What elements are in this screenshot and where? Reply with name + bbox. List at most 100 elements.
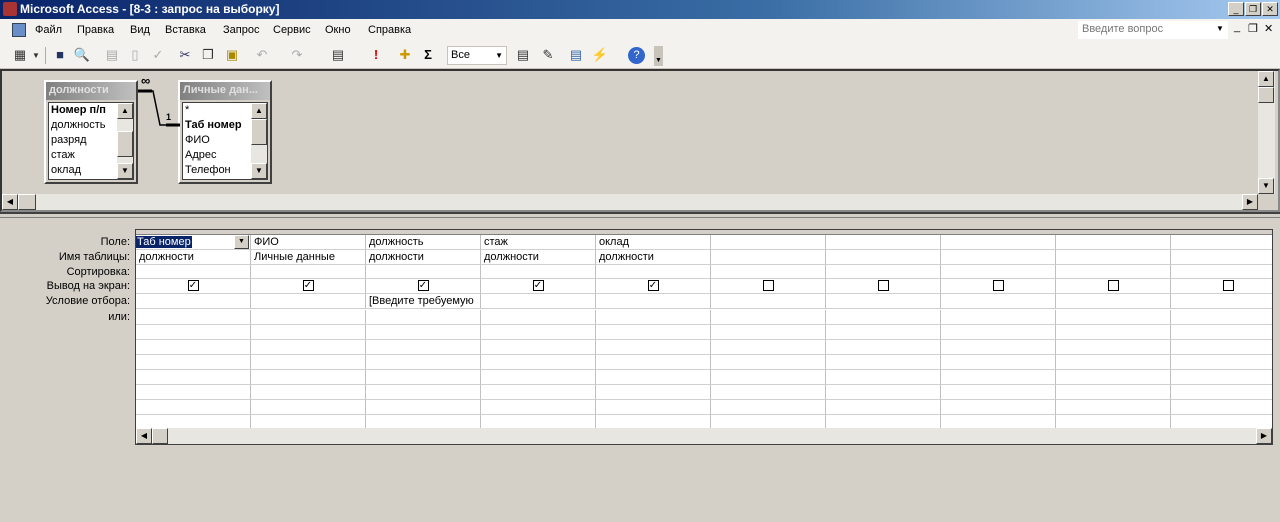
field-cell[interactable]: оклад [596, 235, 711, 250]
show-checkbox[interactable] [1107, 280, 1119, 291]
or-cell[interactable] [826, 325, 941, 340]
scroll-thumb[interactable] [152, 428, 168, 444]
scroll-thumb[interactable] [117, 131, 133, 157]
undo-icon[interactable]: ↶ [252, 47, 272, 63]
menu-window[interactable]: Окно [325, 24, 351, 36]
table-cell[interactable]: должности [596, 250, 711, 265]
or-cell[interactable] [1171, 340, 1272, 355]
or-cell[interactable] [1056, 340, 1171, 355]
or-cell[interactable] [826, 340, 941, 355]
scroll-right-icon[interactable]: ▶ [1242, 194, 1258, 210]
or-cell[interactable] [366, 310, 481, 325]
scroll-thumb[interactable] [1258, 87, 1274, 103]
ask-dropdown-icon[interactable]: ▼ [1216, 24, 1224, 33]
top-values-select[interactable]: Все ▼ [447, 46, 507, 65]
or-cell[interactable] [1171, 310, 1272, 325]
or-cell[interactable] [826, 400, 941, 415]
or-cell[interactable] [481, 355, 596, 370]
or-cell[interactable] [481, 310, 596, 325]
scroll-down-icon[interactable]: ▼ [1258, 178, 1274, 194]
menu-tools[interactable]: Сервис [273, 24, 311, 36]
criteria-cell[interactable] [481, 294, 596, 309]
field-cell[interactable] [1171, 235, 1272, 250]
pane-splitter[interactable] [0, 212, 1280, 218]
or-cell[interactable] [481, 385, 596, 400]
or-cell[interactable] [1171, 385, 1272, 400]
show-checkbox[interactable]: ✓ [532, 280, 544, 291]
criteria-cell[interactable] [1171, 294, 1272, 309]
table-cell[interactable] [1056, 250, 1171, 265]
or-cell[interactable] [251, 370, 366, 385]
child-close-button[interactable]: ✕ [1264, 22, 1273, 35]
close-button[interactable]: ✕ [1262, 2, 1278, 16]
scrollbar[interactable]: ▲ ▼ [117, 103, 133, 179]
or-cell[interactable] [481, 370, 596, 385]
field-cell[interactable]: Таб номер ▼ [136, 235, 251, 250]
field-cell[interactable]: должность [366, 235, 481, 250]
show-cell[interactable] [1056, 279, 1171, 294]
or-cell[interactable] [941, 310, 1056, 325]
show-table-icon[interactable]: ✚ [395, 47, 415, 63]
show-cell[interactable] [826, 279, 941, 294]
or-cell[interactable] [136, 325, 251, 340]
show-checkbox[interactable]: ✓ [647, 280, 659, 291]
minimize-button[interactable]: _ [1228, 2, 1244, 16]
sort-cell[interactable] [136, 265, 251, 279]
print-icon[interactable]: ▤ [102, 47, 122, 63]
or-cell[interactable] [941, 355, 1056, 370]
or-cell[interactable] [596, 370, 711, 385]
or-cell[interactable] [941, 400, 1056, 415]
or-cell[interactable] [251, 325, 366, 340]
field-cell[interactable]: ФИО [251, 235, 366, 250]
show-cell[interactable]: ✓ [596, 279, 711, 294]
sort-cell[interactable] [1056, 265, 1171, 279]
or-cell[interactable] [711, 310, 826, 325]
or-cell[interactable] [596, 400, 711, 415]
table-cell[interactable] [941, 250, 1056, 265]
or-cell[interactable] [596, 340, 711, 355]
or-cell[interactable] [136, 355, 251, 370]
table-cell[interactable]: должности [136, 250, 251, 265]
selected-field-text[interactable]: Таб номер [136, 236, 192, 248]
show-checkbox[interactable] [877, 280, 889, 291]
or-cell[interactable] [1056, 400, 1171, 415]
view-dropdown-icon[interactable]: ▼ [26, 51, 46, 60]
menu-view[interactable]: Вид [130, 24, 150, 36]
menu-query[interactable]: Запрос [223, 24, 259, 36]
show-checkbox[interactable] [762, 280, 774, 291]
or-cell[interactable] [596, 385, 711, 400]
scroll-thumb[interactable] [251, 119, 267, 145]
scroll-down-icon[interactable]: ▼ [117, 163, 133, 179]
or-cell[interactable] [136, 370, 251, 385]
show-checkbox[interactable]: ✓ [417, 280, 429, 291]
field-dropdown-icon[interactable]: ▼ [234, 235, 249, 249]
field-cell[interactable] [826, 235, 941, 250]
criteria-cell[interactable]: [Введите требуемую [366, 294, 481, 309]
or-cell[interactable] [1171, 325, 1272, 340]
or-cell[interactable] [941, 325, 1056, 340]
criteria-cell[interactable] [596, 294, 711, 309]
or-cell[interactable] [711, 355, 826, 370]
builder-icon[interactable]: ✎ [538, 47, 558, 63]
scroll-up-icon[interactable]: ▲ [1258, 71, 1274, 87]
or-cell[interactable] [1171, 370, 1272, 385]
or-cell[interactable] [251, 355, 366, 370]
redo-icon[interactable]: ↷ [287, 47, 307, 63]
or-cell[interactable] [826, 370, 941, 385]
or-cell[interactable] [826, 355, 941, 370]
child-restore-button[interactable]: ❐ [1248, 22, 1258, 35]
or-cell[interactable] [251, 400, 366, 415]
or-cell[interactable] [826, 310, 941, 325]
or-cell[interactable] [941, 370, 1056, 385]
vertical-scrollbar[interactable]: ▲ ▼ [1258, 71, 1275, 194]
or-cell[interactable] [366, 355, 481, 370]
help-icon[interactable]: ? [628, 47, 645, 64]
or-cell[interactable] [711, 370, 826, 385]
or-cell[interactable] [941, 385, 1056, 400]
or-cell[interactable] [366, 400, 481, 415]
show-cell[interactable]: ✓ [136, 279, 251, 294]
or-cell[interactable] [366, 385, 481, 400]
show-cell[interactable]: ✓ [481, 279, 596, 294]
horizontal-scrollbar[interactable]: ◀ ▶ [2, 194, 1258, 210]
table-cell[interactable] [711, 250, 826, 265]
